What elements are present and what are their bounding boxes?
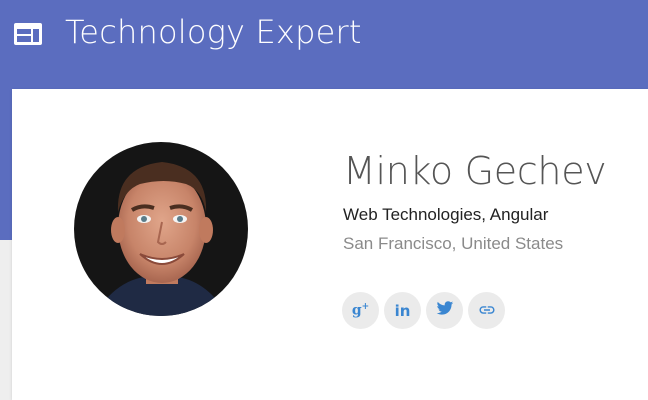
linkedin-button[interactable]: in	[384, 292, 421, 329]
social-links: g+ in	[342, 292, 505, 329]
profile-card: Minko Gechev Web Technologies, Angular S…	[12, 89, 648, 400]
profile-role: Web Technologies, Angular	[343, 205, 549, 224]
app-bar: Technology Expert	[0, 0, 648, 64]
google-plus-icon: g+	[351, 302, 370, 319]
web-layout-icon[interactable]	[13, 22, 43, 46]
link-icon	[478, 302, 496, 320]
google-plus-button[interactable]: g+	[342, 292, 379, 329]
avatar	[74, 142, 248, 316]
app: Technology Expert Minko Gechev Web Techn…	[0, 0, 648, 400]
link-button[interactable]	[468, 292, 505, 329]
profile-name: Minko Gechev	[343, 149, 607, 193]
twitter-icon	[436, 300, 454, 321]
twitter-button[interactable]	[426, 292, 463, 329]
app-title: Technology Expert	[65, 13, 362, 51]
profile-location: San Francisco, United States	[343, 234, 564, 253]
linkedin-icon: in	[394, 301, 411, 320]
